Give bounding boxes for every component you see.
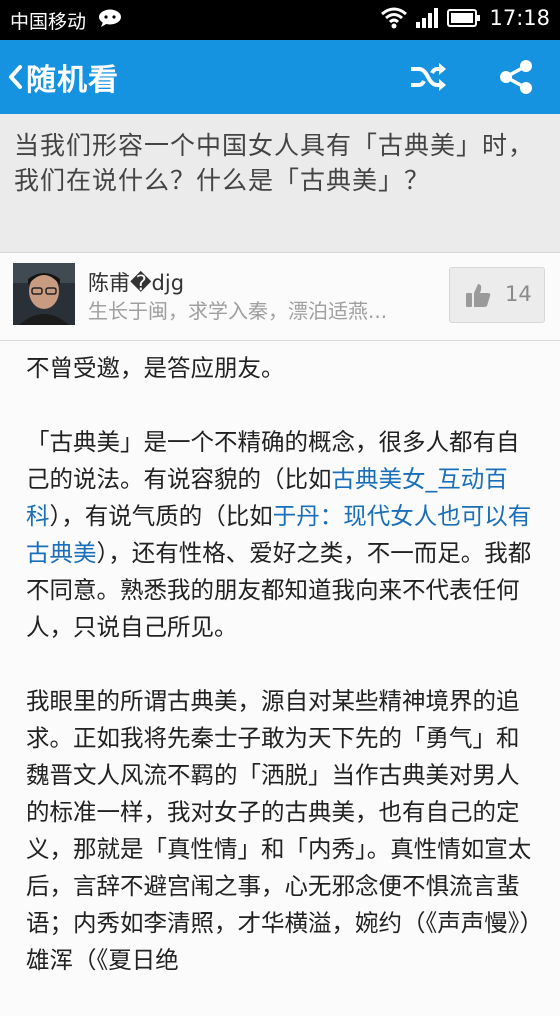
- share-icon[interactable]: [497, 58, 535, 96]
- signal-icon: [416, 8, 439, 28]
- shuffle-icon[interactable]: [409, 60, 447, 94]
- status-right: 17:18: [381, 6, 550, 30]
- answer-paragraph: 「古典美」是一个不精确的概念，很多人都有自己的说法。有说容貌的（比如古典美女_互…: [26, 424, 536, 646]
- app-bar: 随机看: [0, 40, 560, 114]
- question-title: 当我们形容一个中国女人具有「古典美」时，我们在说什么？什么是「古典美」？: [14, 131, 535, 195]
- status-bar: 中国移动 17:18: [0, 0, 560, 40]
- question-header[interactable]: 当我们形容一个中国女人具有「古典美」时，我们在说什么？什么是「古典美」？: [0, 114, 560, 253]
- thumbs-up-icon: [466, 284, 491, 307]
- author-bio: 生长于闽，求学入秦，漂泊适燕...: [88, 299, 388, 323]
- clock: 17:18: [489, 6, 550, 30]
- back-icon[interactable]: [6, 63, 26, 91]
- answer-paragraph: 我眼里的所谓古典美，源自对某些精神境界的追求。正如我将先秦士子敢为天下先的「勇气…: [26, 687, 532, 974]
- author-name[interactable]: 陈甫�djg: [88, 267, 184, 297]
- battery-icon: [447, 9, 481, 27]
- answer-paragraph: 不曾受邀，是答应朋友。: [26, 354, 285, 382]
- upvote-count: 14: [505, 282, 532, 306]
- answer-body: 不曾受邀，是答应朋友。 「古典美」是一个不精确的概念，很多人都有自己的说法。有说…: [26, 350, 536, 1016]
- avatar[interactable]: [13, 263, 75, 325]
- page-title[interactable]: 随机看: [26, 55, 119, 99]
- carrier-name: 中国移动: [10, 11, 87, 33]
- upvote-button[interactable]: 14: [449, 267, 545, 323]
- message-icon: [99, 9, 121, 27]
- answer-text: ），有说气质的（比如: [49, 502, 273, 530]
- wifi-icon: [381, 7, 408, 29]
- author-row[interactable]: 陈甫�djg 生长于闽，求学入秦，漂泊适燕... 14: [0, 253, 560, 341]
- answer-text: ），还有性格、爱好之类，不一而足。我都不同意。熟悉我的朋友都知道我向来不代表任何…: [26, 539, 532, 641]
